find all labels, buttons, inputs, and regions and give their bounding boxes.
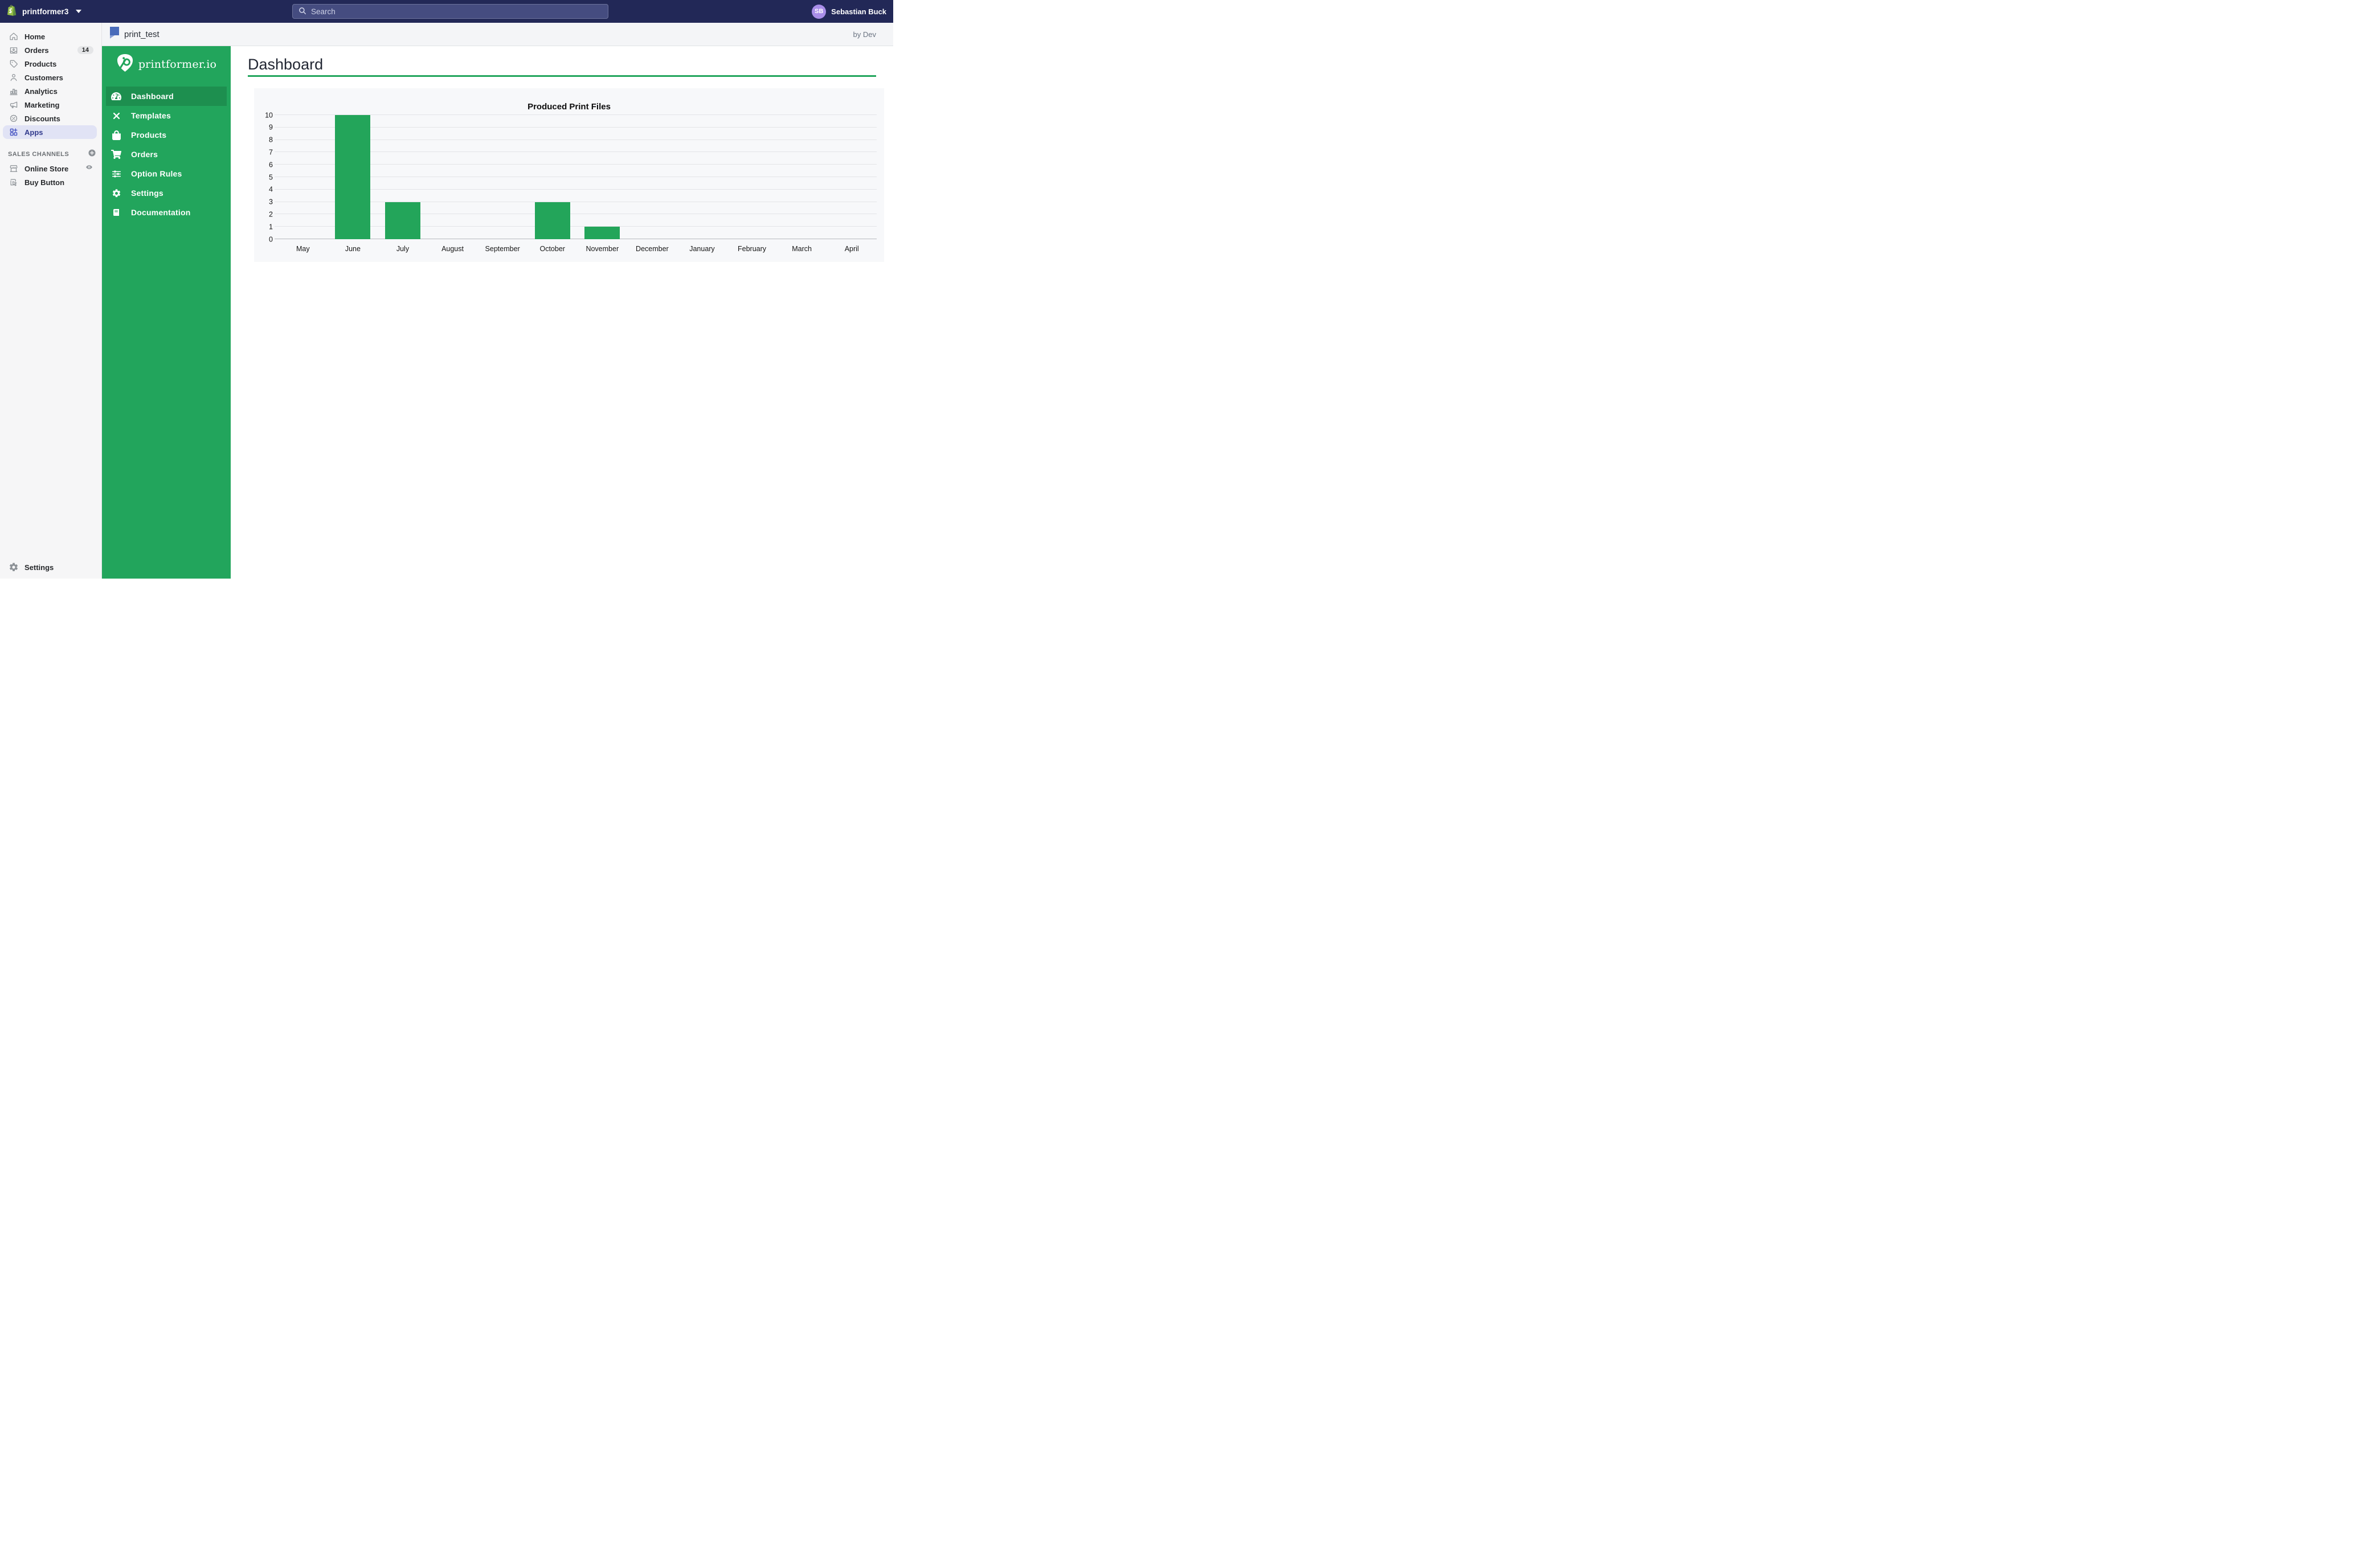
user-menu[interactable]: SB Sebastian Buck (812, 0, 886, 23)
gear-icon (8, 562, 19, 573)
tag-icon (8, 58, 19, 69)
user-name: Sebastian Buck (831, 7, 886, 16)
y-axis-tick-label: 4 (269, 186, 273, 194)
app-bookmark-icon (110, 27, 119, 42)
app-nav-option-rules[interactable]: Option Rules (106, 164, 227, 183)
chart-title: Produced Print Files (254, 102, 884, 112)
printformer-sidebar: printformer.io Dashboard Templates Produ… (102, 46, 231, 579)
y-axis-tick-label: 2 (269, 211, 273, 218)
book-icon (111, 207, 121, 218)
orders-icon (8, 44, 19, 56)
app-name: print_test (124, 30, 160, 39)
x-axis-tick-label: May (296, 245, 310, 253)
sidebar-item-products[interactable]: Products (3, 57, 97, 71)
sliders-icon (111, 169, 121, 179)
orders-count-badge: 14 (77, 46, 93, 54)
chart-bar-june[interactable] (335, 115, 370, 239)
x-axis-tick-label: October (539, 245, 565, 253)
chart-bar-november[interactable] (584, 227, 620, 239)
app-header: print_test by Dev (102, 23, 893, 46)
shopify-logo-icon (7, 5, 17, 19)
storefront-icon (8, 163, 19, 174)
sidebar-item-settings[interactable]: Settings (3, 560, 97, 574)
cart-icon (111, 149, 121, 159)
x-axis-tick-label: July (396, 245, 409, 253)
app-nav-dashboard[interactable]: Dashboard (106, 87, 227, 106)
page-title: Dashboard (248, 56, 323, 73)
y-axis-tick-label: 9 (269, 124, 273, 132)
topbar: printformer3 Search SB Sebastian Buck (0, 0, 893, 23)
apps-icon (8, 126, 19, 138)
x-axis-tick-label: February (738, 245, 766, 253)
sidebar-item-online-store[interactable]: Online Store (3, 162, 97, 175)
avatar: SB (812, 5, 826, 19)
sidebar-item-marketing[interactable]: Marketing (3, 98, 97, 112)
dashboard-gauge-icon (111, 91, 121, 101)
chart-bar-october[interactable] (535, 202, 570, 239)
gear-icon (111, 188, 121, 198)
search-icon (298, 7, 306, 17)
home-icon (8, 31, 19, 42)
sales-channels-heading: SALES CHANNELS (8, 151, 88, 158)
sidebar-item-customers[interactable]: Customers (3, 71, 97, 84)
sidebar-item-orders[interactable]: Orders 14 (3, 43, 97, 57)
x-axis-tick-label: June (345, 245, 361, 253)
y-axis-tick-label: 3 (269, 198, 273, 206)
x-axis-tick-label: September (485, 245, 520, 253)
y-axis-tick-label: 0 (269, 236, 273, 243)
app-nav-products[interactable]: Products (106, 125, 227, 145)
app-nav-settings[interactable]: Settings (106, 183, 227, 203)
title-underline (248, 75, 876, 77)
printformer-brand-name: printformer.io (138, 58, 216, 71)
bar-chart-icon (8, 85, 19, 97)
sidebar-item-analytics[interactable]: Analytics (3, 84, 97, 98)
shopify-sidebar: Home Orders 14 Products (0, 23, 102, 579)
produced-print-files-chart: Produced Print Files 012345678910MayJune… (254, 88, 884, 262)
main-content: Dashboard Produced Print Files 012345678… (231, 46, 893, 579)
printformer-brand: printformer.io (102, 55, 231, 74)
x-axis-tick-label: March (792, 245, 812, 253)
search-bar[interactable]: Search (292, 4, 608, 19)
chart-bar-july[interactable] (385, 202, 420, 239)
view-store-eye-icon[interactable] (85, 163, 93, 174)
x-axis-tick-label: April (845, 245, 859, 253)
sidebar-item-home[interactable]: Home (3, 30, 97, 43)
discount-icon (8, 113, 19, 124)
search-placeholder: Search (311, 7, 336, 16)
sidebar-item-discounts[interactable]: Discounts (3, 112, 97, 125)
printformer-logo-icon (116, 54, 134, 75)
x-axis-tick-label: December (636, 245, 669, 253)
add-sales-channel-button[interactable] (88, 149, 96, 159)
store-switcher[interactable]: printformer3 (22, 7, 68, 16)
customer-icon (8, 72, 19, 83)
app-nav-templates[interactable]: Templates (106, 106, 227, 125)
chart-plot: 012345678910MayJuneJulyAugustSeptemberOc… (278, 115, 877, 239)
y-axis-tick-label: 5 (269, 174, 273, 181)
x-axis-tick-label: November (586, 245, 619, 253)
app-nav-orders[interactable]: Orders (106, 145, 227, 164)
chevron-down-icon (76, 10, 81, 13)
y-axis-tick-label: 7 (269, 149, 273, 156)
y-axis-tick-label: 6 (269, 161, 273, 169)
y-axis-tick-label: 8 (269, 136, 273, 144)
design-tools-icon (111, 110, 121, 121)
megaphone-icon (8, 99, 19, 110)
app-byline: by Dev (853, 30, 876, 39)
sidebar-item-apps[interactable]: Apps (3, 125, 97, 139)
shopping-bag-icon (111, 130, 121, 140)
sidebar-item-buy-button[interactable]: Buy Button (3, 175, 97, 189)
buy-button-icon (8, 177, 19, 188)
y-axis-tick-label: 1 (269, 223, 273, 231)
x-axis-tick-label: August (441, 245, 464, 253)
app-nav-documentation[interactable]: Documentation (106, 203, 227, 222)
y-axis-tick-label: 10 (265, 112, 273, 119)
x-axis-tick-label: January (689, 245, 714, 253)
